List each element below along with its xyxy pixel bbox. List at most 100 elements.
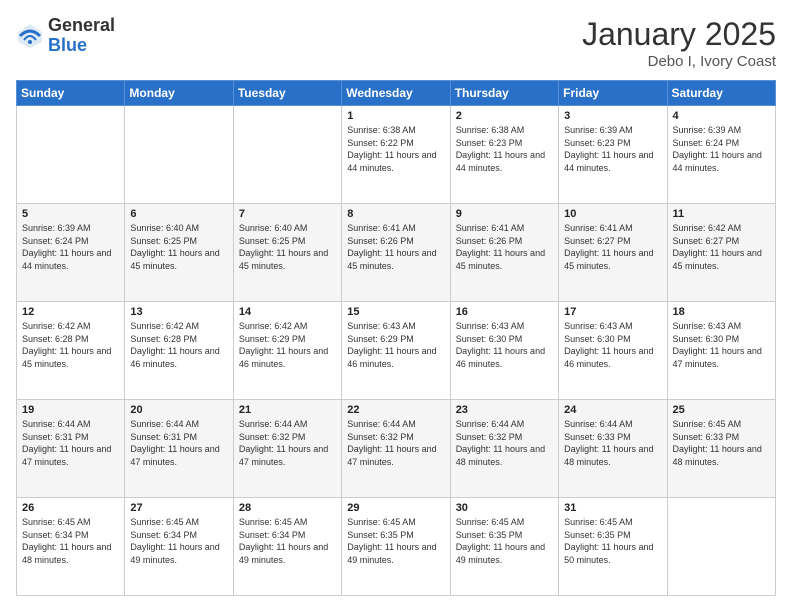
- day-number: 4: [673, 110, 770, 122]
- calendar-cell: 11Sunrise: 6:42 AMSunset: 6:27 PMDayligh…: [667, 204, 775, 302]
- day-number: 20: [130, 404, 227, 416]
- logo: General Blue: [16, 16, 115, 56]
- day-info: Sunrise: 6:45 AMSunset: 6:35 PMDaylight:…: [564, 516, 661, 566]
- calendar-header-row: SundayMondayTuesdayWednesdayThursdayFrid…: [17, 81, 776, 106]
- day-number: 18: [673, 306, 770, 318]
- day-number: 15: [347, 306, 444, 318]
- day-number: 19: [22, 404, 119, 416]
- day-info: Sunrise: 6:39 AMSunset: 6:24 PMDaylight:…: [673, 124, 770, 174]
- day-number: 11: [673, 208, 770, 220]
- day-number: 13: [130, 306, 227, 318]
- day-info: Sunrise: 6:44 AMSunset: 6:31 PMDaylight:…: [130, 418, 227, 468]
- day-number: 10: [564, 208, 661, 220]
- page: General Blue January 2025 Debo I, Ivory …: [0, 0, 792, 612]
- calendar-header-saturday: Saturday: [667, 81, 775, 106]
- day-number: 9: [456, 208, 553, 220]
- day-info: Sunrise: 6:42 AMSunset: 6:28 PMDaylight:…: [130, 320, 227, 370]
- calendar-cell: 29Sunrise: 6:45 AMSunset: 6:35 PMDayligh…: [342, 498, 450, 596]
- calendar-cell: 23 Sunrise: 6:44 AMSunset: 6:32 PMDayligh…: [450, 400, 558, 498]
- day-number: 30: [456, 502, 553, 514]
- calendar-week-2: 5 Sunrise: 6:39 AMSunset: 6:24 PMDaylight…: [17, 204, 776, 302]
- day-number: 21: [239, 404, 336, 416]
- day-info: Sunrise: 6:45 AMSunset: 6:34 PMDaylight:…: [130, 516, 227, 566]
- day-info: Sunrise: 6:40 AMSunset: 6:25 PMDaylight:…: [130, 222, 227, 272]
- day-info: Sunrise: 6:45 AMSunset: 6:33 PMDaylight:…: [673, 418, 770, 468]
- day-info: Sunrise: 6:39 AMSunset: 6:23 PMDaylight:…: [564, 124, 661, 174]
- day-number: 23: [456, 404, 553, 416]
- calendar-cell: 15 Sunrise: 6:43 AMSunset: 6:29 PMDayligh…: [342, 302, 450, 400]
- calendar-cell: 8 Sunrise: 6:41 AMSunset: 6:26 PMDaylight…: [342, 204, 450, 302]
- day-number: 31: [564, 502, 661, 514]
- day-number: 3: [564, 110, 661, 122]
- day-info: Sunrise: 6:42 AMSunset: 6:29 PMDaylight:…: [239, 320, 336, 370]
- calendar-cell: 1Sunrise: 6:38 AMSunset: 6:22 PMDaylight…: [342, 106, 450, 204]
- calendar-cell: [17, 106, 125, 204]
- day-info: Sunrise: 6:44 AMSunset: 6:33 PMDaylight:…: [564, 418, 661, 468]
- day-info: Sunrise: 6:41 AMSunset: 6:27 PMDaylight:…: [564, 222, 661, 272]
- day-number: 26: [22, 502, 119, 514]
- calendar-cell: 30Sunrise: 6:45 AMSunset: 6:35 PMDayligh…: [450, 498, 558, 596]
- logo-blue: Blue: [48, 36, 115, 56]
- day-number: 24: [564, 404, 661, 416]
- day-info: Sunrise: 6:39 AMSunset: 6:24 PMDaylight:…: [22, 222, 119, 272]
- calendar-cell: 22 Sunrise: 6:44 AMSunset: 6:32 PMDayligh…: [342, 400, 450, 498]
- location-title: Debo I, Ivory Coast: [582, 53, 776, 70]
- calendar-header-thursday: Thursday: [450, 81, 558, 106]
- calendar-week-1: 1Sunrise: 6:38 AMSunset: 6:22 PMDaylight…: [17, 106, 776, 204]
- day-number: 17: [564, 306, 661, 318]
- title-block: January 2025 Debo I, Ivory Coast: [582, 16, 776, 70]
- day-info: Sunrise: 6:38 AMSunset: 6:22 PMDaylight:…: [347, 124, 444, 174]
- day-number: 7: [239, 208, 336, 220]
- day-info: Sunrise: 6:44 AMSunset: 6:32 PMDaylight:…: [456, 418, 553, 468]
- calendar-header-monday: Monday: [125, 81, 233, 106]
- day-info: Sunrise: 6:43 AMSunset: 6:29 PMDaylight:…: [347, 320, 444, 370]
- calendar-cell: 9 Sunrise: 6:41 AMSunset: 6:26 PMDaylight…: [450, 204, 558, 302]
- calendar-cell: 2 Sunrise: 6:38 AMSunset: 6:23 PMDaylight…: [450, 106, 558, 204]
- logo-icon: [16, 22, 44, 50]
- day-info: Sunrise: 6:45 AMSunset: 6:34 PMDaylight:…: [239, 516, 336, 566]
- day-number: 5: [22, 208, 119, 220]
- day-info: Sunrise: 6:43 AMSunset: 6:30 PMDaylight:…: [673, 320, 770, 370]
- calendar-cell: 28 Sunrise: 6:45 AMSunset: 6:34 PMDayligh…: [233, 498, 341, 596]
- calendar-cell: 16 Sunrise: 6:43 AMSunset: 6:30 PMDayligh…: [450, 302, 558, 400]
- day-number: 25: [673, 404, 770, 416]
- calendar-cell: 13 Sunrise: 6:42 AMSunset: 6:28 PMDayligh…: [125, 302, 233, 400]
- calendar-cell: 14Sunrise: 6:42 AMSunset: 6:29 PMDayligh…: [233, 302, 341, 400]
- day-number: 8: [347, 208, 444, 220]
- calendar-header-sunday: Sunday: [17, 81, 125, 106]
- day-info: Sunrise: 6:44 AMSunset: 6:32 PMDaylight:…: [347, 418, 444, 468]
- calendar-cell: 10 Sunrise: 6:41 AMSunset: 6:27 PMDayligh…: [559, 204, 667, 302]
- day-info: Sunrise: 6:43 AMSunset: 6:30 PMDaylight:…: [564, 320, 661, 370]
- day-info: Sunrise: 6:45 AMSunset: 6:34 PMDaylight:…: [22, 516, 119, 566]
- calendar-cell: 24 Sunrise: 6:44 AMSunset: 6:33 PMDayligh…: [559, 400, 667, 498]
- month-title: January 2025: [582, 16, 776, 53]
- calendar-table: SundayMondayTuesdayWednesdayThursdayFrid…: [16, 80, 776, 596]
- day-number: 27: [130, 502, 227, 514]
- calendar-cell: 26 Sunrise: 6:45 AMSunset: 6:34 PMDayligh…: [17, 498, 125, 596]
- calendar-header-friday: Friday: [559, 81, 667, 106]
- day-info: Sunrise: 6:43 AMSunset: 6:30 PMDaylight:…: [456, 320, 553, 370]
- day-number: 28: [239, 502, 336, 514]
- day-info: Sunrise: 6:41 AMSunset: 6:26 PMDaylight:…: [347, 222, 444, 272]
- calendar-cell: 6Sunrise: 6:40 AMSunset: 6:25 PMDaylight…: [125, 204, 233, 302]
- calendar-cell: 4 Sunrise: 6:39 AMSunset: 6:24 PMDaylight…: [667, 106, 775, 204]
- day-number: 22: [347, 404, 444, 416]
- day-info: Sunrise: 6:38 AMSunset: 6:23 PMDaylight:…: [456, 124, 553, 174]
- calendar-cell: 25 Sunrise: 6:45 AMSunset: 6:33 PMDayligh…: [667, 400, 775, 498]
- calendar-cell: 18 Sunrise: 6:43 AMSunset: 6:30 PMDayligh…: [667, 302, 775, 400]
- day-number: 29: [347, 502, 444, 514]
- day-number: 16: [456, 306, 553, 318]
- calendar-cell: 19Sunrise: 6:44 AMSunset: 6:31 PMDayligh…: [17, 400, 125, 498]
- calendar-cell: 17 Sunrise: 6:43 AMSunset: 6:30 PMDayligh…: [559, 302, 667, 400]
- calendar-cell: 20 Sunrise: 6:44 AMSunset: 6:31 PMDayligh…: [125, 400, 233, 498]
- day-info: Sunrise: 6:41 AMSunset: 6:26 PMDaylight:…: [456, 222, 553, 272]
- calendar-cell: 7Sunrise: 6:40 AMSunset: 6:25 PMDaylight…: [233, 204, 341, 302]
- day-number: 2: [456, 110, 553, 122]
- calendar-cell: 12Sunrise: 6:42 AMSunset: 6:28 PMDayligh…: [17, 302, 125, 400]
- calendar-week-4: 19 Sunrise: 6:44 AMSunset: 6:31 PMDayligh…: [17, 400, 776, 498]
- calendar-cell: [667, 498, 775, 596]
- day-info: Sunrise: 6:44 AMSunset: 6:32 PMDaylight:…: [239, 418, 336, 468]
- calendar-header-wednesday: Wednesday: [342, 81, 450, 106]
- calendar-cell: 5 Sunrise: 6:39 AMSunset: 6:24 PMDaylight…: [17, 204, 125, 302]
- logo-general: General: [48, 16, 115, 36]
